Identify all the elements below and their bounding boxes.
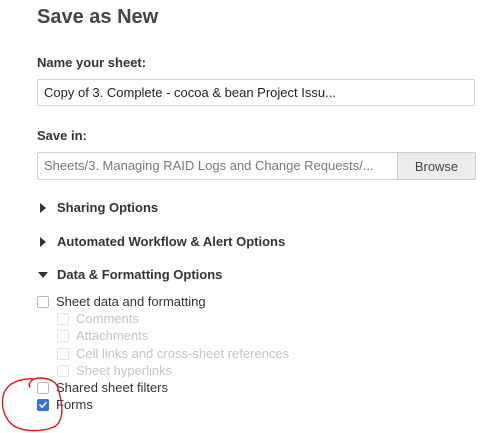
caret-right-icon [37,202,49,214]
save-in-label: Save in: [37,128,87,143]
sharing-options-toggle[interactable]: Sharing Options [37,200,158,215]
sheet-data-label: Sheet data and formatting [56,294,206,309]
annotation-circle [1,377,63,432]
caret-right-icon [37,236,49,248]
data-formatting-options-toggle[interactable]: Data & Formatting Options [37,267,222,282]
sheet-data-checkbox[interactable] [37,295,49,308]
data-formatting-options-label: Data & Formatting Options [57,267,223,282]
cell-links-checkbox [57,347,69,360]
page-title: Save as New [37,6,159,28]
cell-links-checkbox-row: Cell links and cross-sheet references [57,346,289,361]
attachments-label: Attachments [76,328,149,343]
cell-links-label: Cell links and cross-sheet references [76,346,290,361]
comments-checkbox-row: Comments [57,311,139,326]
comments-label: Comments [76,311,139,326]
workflow-options-label: Automated Workflow & Alert Options [57,234,286,249]
attachments-checkbox-row: Attachments [57,328,148,343]
save-location-field[interactable]: Sheets/3. Managing RAID Logs and Change … [37,152,398,180]
sheet-name-input[interactable] [37,79,475,106]
browse-button[interactable]: Browse [397,152,476,180]
attachments-checkbox [57,329,69,342]
sharing-options-label: Sharing Options [57,200,159,215]
workflow-options-toggle[interactable]: Automated Workflow & Alert Options [37,234,285,249]
comments-checkbox [57,312,69,325]
sheet-data-checkbox-row[interactable]: Sheet data and formatting [37,294,206,309]
sheet-hyperlinks-label: Sheet hyperlinks [76,363,173,378]
sheet-name-label: Name your sheet: [37,55,147,70]
caret-down-icon [37,269,49,281]
